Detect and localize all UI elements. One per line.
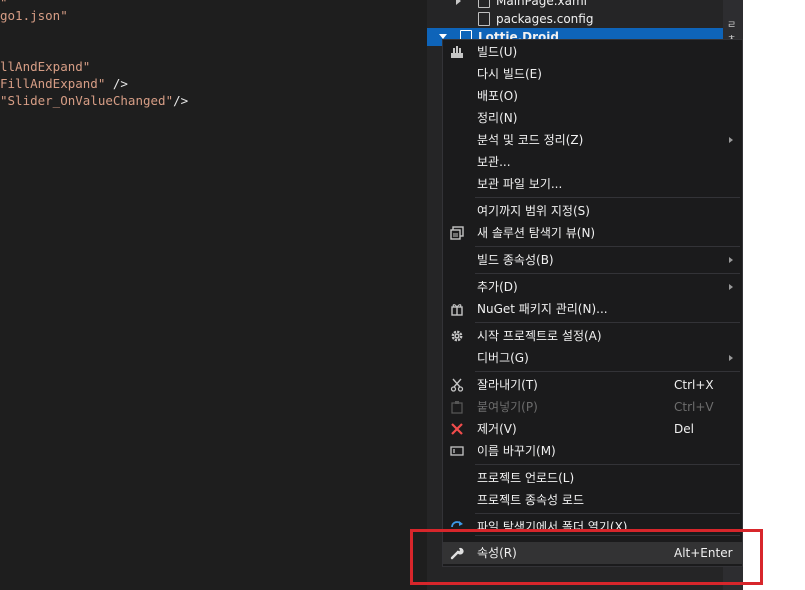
- menu-item-debug[interactable]: 디버그(G): [443, 347, 742, 369]
- menu-item-view-archive[interactable]: 보관 파일 보기...: [443, 173, 742, 195]
- submenu-arrow-icon: [729, 355, 733, 361]
- build-icon: [451, 46, 463, 58]
- menu-item-scope-to-this[interactable]: 여기까지 범위 지정(S): [443, 200, 742, 222]
- code-line-3[interactable]: llAndExpand": [0, 58, 90, 75]
- menu-item-rename[interactable]: 이름 바꾸기(M): [443, 440, 742, 462]
- menu-item-paste[interactable]: 붙여넣기(P) Ctrl+V: [443, 396, 742, 418]
- menu-separator: [475, 197, 740, 198]
- menu-separator: [475, 464, 740, 465]
- menu-item-add[interactable]: 추가(D): [443, 276, 742, 298]
- expand-arrow-icon[interactable]: [456, 0, 461, 5]
- nuget-icon: [451, 304, 463, 316]
- menu-item-cut[interactable]: 잘라내기(T) Ctrl+X: [443, 374, 742, 396]
- context-menu: 빌드(U) 다시 빌드(E) 배포(O) 정리(N) 분석 및 코드 정리(Z)…: [442, 39, 743, 567]
- menu-item-new-view[interactable]: 새 솔루션 탐색기 뷰(N): [443, 222, 742, 244]
- submenu-arrow-icon: [729, 284, 733, 290]
- menu-item-remove[interactable]: 제거(V) Del: [443, 418, 742, 440]
- submenu-arrow-icon: [729, 137, 733, 143]
- xaml-file-icon: [478, 0, 490, 8]
- menu-item-build[interactable]: 빌드(U): [443, 41, 742, 63]
- code-editor[interactable]: " go1.json" llAndExpand" FillAndExpand" …: [0, 0, 427, 590]
- submenu-arrow-icon: [729, 257, 733, 263]
- code-line-2[interactable]: go1.json": [0, 7, 68, 24]
- menu-item-build-dependencies[interactable]: 빌드 종속성(B): [443, 249, 742, 271]
- menu-separator: [475, 513, 740, 514]
- menu-item-rebuild[interactable]: 다시 빌드(E): [443, 63, 742, 85]
- menu-item-open-in-explorer[interactable]: 파일 탐색기에서 폴더 열기(X): [443, 516, 742, 530]
- tab-glyph-1[interactable]: ㄹ: [727, 16, 736, 31]
- menu-item-load-dependencies[interactable]: 프로젝트 종속성 로드: [443, 489, 742, 511]
- gear-icon: [451, 330, 463, 342]
- menu-item-set-startup[interactable]: 시작 프로젝트로 설정(A): [443, 325, 742, 347]
- menu-separator: [475, 371, 740, 372]
- code-line-5[interactable]: "Slider_OnValueChanged"/>: [0, 92, 188, 109]
- menu-separator: [475, 273, 740, 274]
- menu-item-analyze[interactable]: 분석 및 코드 정리(Z): [443, 129, 742, 151]
- code-line-4[interactable]: FillAndExpand" />: [0, 75, 128, 92]
- menu-item-clean[interactable]: 정리(N): [443, 107, 742, 129]
- remove-x-icon: [451, 423, 463, 435]
- menu-item-archive[interactable]: 보관...: [443, 151, 742, 173]
- rename-icon: [450, 446, 464, 456]
- config-file-icon: [478, 12, 490, 26]
- new-window-icon: [450, 226, 464, 240]
- menu-item-unload-project[interactable]: 프로젝트 언로드(L): [443, 467, 742, 489]
- annotation-highlight-box: [410, 529, 763, 585]
- menu-separator: [475, 322, 740, 323]
- menu-item-deploy[interactable]: 배포(O): [443, 85, 742, 107]
- menu-item-nuget[interactable]: NuGet 패키지 관리(N)...: [443, 298, 742, 320]
- scissors-icon: [450, 378, 464, 392]
- menu-separator: [475, 246, 740, 247]
- clipboard-icon: [451, 401, 463, 414]
